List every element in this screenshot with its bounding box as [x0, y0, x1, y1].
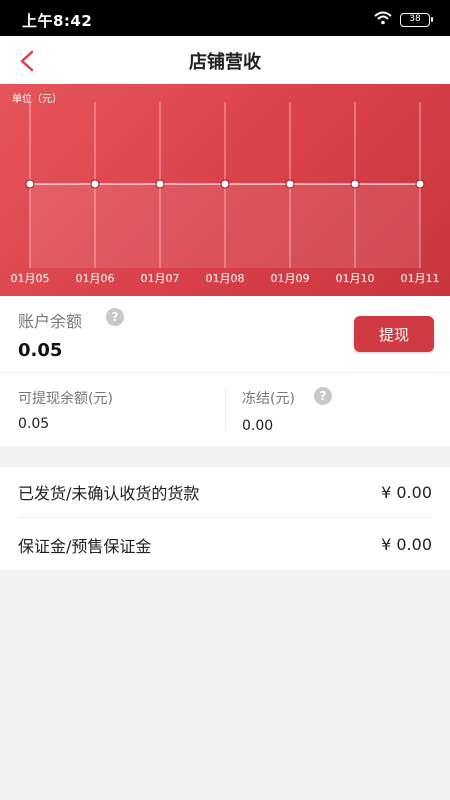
status-bar: 上午8:42 38 — [0, 0, 450, 36]
list-item-label: 已发货/未确认收货的货款 — [18, 484, 200, 503]
chart-point[interactable] — [90, 179, 100, 189]
balance-label: 账户余额 — [18, 312, 83, 331]
chart-x-tick-label: 01月05 — [11, 272, 50, 285]
chart-point[interactable] — [350, 179, 360, 189]
frozen-value: 0.00 — [242, 418, 274, 434]
withdrawable-label: 可提现余额(元) — [18, 391, 113, 407]
withdrawable-value: 0.05 — [18, 416, 50, 432]
chart-x-tick-label: 01月08 — [206, 272, 245, 285]
chart-point[interactable] — [285, 179, 295, 189]
help-icon[interactable]: ? — [314, 387, 332, 405]
list-item-amount: ¥ 0.00 — [381, 535, 432, 554]
chart-canvas: 01月05 01月06 01月07 01月08 01月09 01月10 01月11 — [11, 102, 440, 285]
chart-x-tick-label: 01月07 — [141, 272, 180, 285]
chart-point[interactable] — [155, 179, 165, 189]
chart-unit-label: 单位（元） — [12, 94, 62, 105]
status-icons: 38 — [374, 10, 433, 29]
list-item[interactable]: 已发货/未确认收货的货款 ¥ 0.00 — [18, 467, 432, 518]
status-time: 上午8:42 — [22, 12, 93, 30]
frozen-label: 冻结(元) — [242, 391, 295, 407]
battery-icon: 38 — [400, 12, 433, 27]
chart-x-tick-label: 01月09 — [271, 272, 310, 285]
top-nav-bar: 店铺营收 — [0, 36, 450, 84]
wifi-icon — [374, 10, 392, 29]
chart-x-tick-label: 01月10 — [336, 272, 375, 285]
chart-point[interactable] — [25, 179, 35, 189]
list-item-label: 保证金/预售保证金 — [18, 536, 152, 556]
list-item[interactable]: 保证金/预售保证金 ¥ 0.00 — [18, 519, 432, 570]
help-icon[interactable]: ? — [106, 308, 124, 326]
chart-x-tick-label: 01月11 — [401, 272, 440, 285]
account-panel: 账户余额 ? 0.05 提现 可提现余额(元) 0.05 冻结(元) ? 0.0… — [0, 296, 450, 446]
balance-value: 0.05 — [18, 340, 63, 361]
list-item-amount: ¥ 0.00 — [381, 482, 432, 502]
vertical-divider — [225, 388, 226, 430]
divider — [0, 372, 450, 373]
chart-x-tick-label: 01月06 — [76, 272, 115, 285]
page-title: 店铺营收 — [189, 52, 261, 73]
chart-point[interactable] — [220, 179, 230, 189]
revenue-chart: 01月05 01月06 01月07 01月08 01月09 01月10 01月11 单位（元… — [0, 84, 450, 296]
withdraw-button[interactable]: 提现 — [354, 316, 434, 352]
chart-point[interactable] — [415, 179, 425, 189]
funds-list: 已发货/未确认收货的货款 ¥ 0.00 保证金/预售保证金 ¥ 0.00 — [0, 467, 450, 570]
